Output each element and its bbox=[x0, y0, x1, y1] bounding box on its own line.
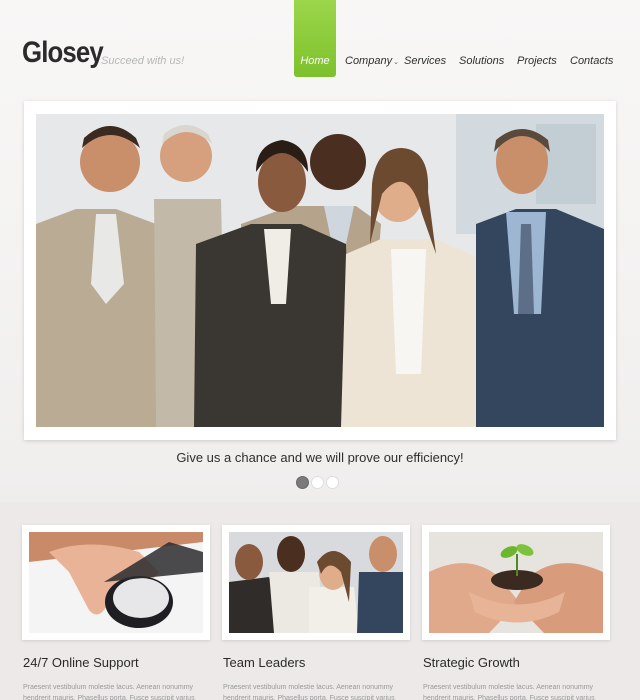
feature-card-support[interactable] bbox=[22, 525, 210, 640]
slider-dot-2[interactable] bbox=[311, 476, 324, 489]
slider-dot-3[interactable] bbox=[326, 476, 339, 489]
team-photo-illustration bbox=[36, 114, 604, 427]
nav-item-company-label: Company bbox=[345, 55, 393, 67]
nav-item-services[interactable]: Services bbox=[404, 55, 446, 67]
hero-slider bbox=[24, 101, 616, 440]
nav-item-projects[interactable]: Projects bbox=[517, 55, 557, 67]
nav-item-home[interactable]: Home bbox=[294, 0, 336, 77]
growth-image bbox=[429, 532, 603, 633]
team-leaders-illustration bbox=[229, 532, 403, 633]
feature-text-support: Praesent vestibulum molestie lacus. Aene… bbox=[23, 684, 195, 700]
mouse-hand-illustration bbox=[29, 532, 203, 633]
feature-card-growth[interactable] bbox=[422, 525, 610, 640]
team-leaders-image bbox=[229, 532, 403, 633]
feature-title-team: Team Leaders bbox=[223, 655, 306, 670]
nav-item-company[interactable]: Company⌄ bbox=[345, 55, 399, 67]
feature-title-growth: Strategic Growth bbox=[423, 655, 520, 670]
slider-caption: Give us a chance and we will prove our e… bbox=[176, 450, 464, 465]
feature-card-team[interactable] bbox=[222, 525, 410, 640]
slider-dot-1[interactable] bbox=[296, 476, 309, 489]
team-photo bbox=[36, 114, 604, 427]
feature-title-support: 24/7 Online Support bbox=[23, 655, 139, 670]
feature-text-growth: Praesent vestibulum molestie lacus. Aene… bbox=[423, 684, 595, 700]
nav-item-contacts[interactable]: Contacts bbox=[570, 55, 613, 67]
nav-item-solutions[interactable]: Solutions bbox=[459, 55, 504, 67]
feature-text-team: Praesent vestibulum molestie lacus. Aene… bbox=[223, 684, 395, 700]
hands-sprout-illustration bbox=[429, 532, 603, 633]
chevron-down-icon: ⌄ bbox=[393, 59, 399, 66]
main-navigation: Home Company⌄ Services Solutions Project… bbox=[0, 0, 640, 80]
support-image bbox=[29, 532, 203, 633]
nav-item-home-label: Home bbox=[300, 55, 330, 67]
slider-pagination bbox=[296, 476, 346, 490]
